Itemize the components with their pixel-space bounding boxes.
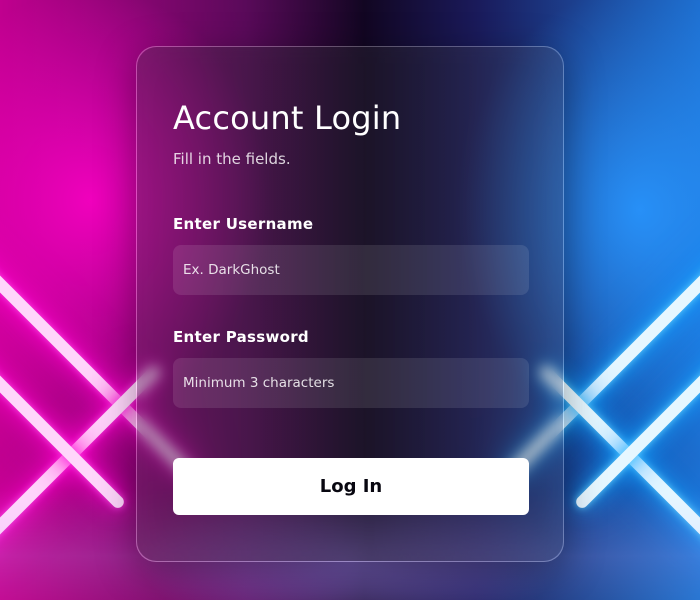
password-input[interactable] [173,358,529,408]
login-button[interactable]: Log In [173,458,529,515]
password-label: Enter Password [173,328,309,346]
username-label: Enter Username [173,215,314,233]
neon-light-right-outer [573,289,700,511]
page-title: Account Login [173,99,402,137]
username-input[interactable] [173,245,529,295]
page-subtitle: Fill in the fields. [173,150,291,168]
background-scene: Account Login Fill in the fields. Enter … [0,0,700,600]
login-card: Account Login Fill in the fields. Enter … [136,46,564,562]
